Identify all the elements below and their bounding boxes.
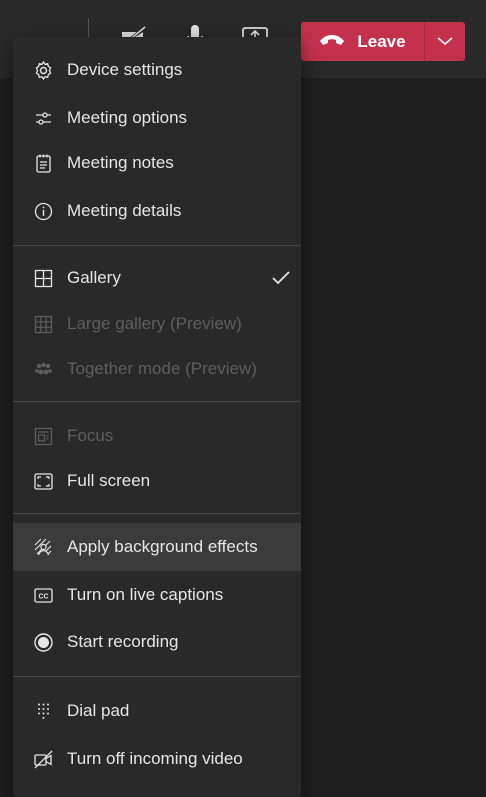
menu-divider bbox=[13, 676, 301, 677]
menu-item-label: Full screen bbox=[67, 471, 151, 490]
fullscreen-icon bbox=[33, 471, 54, 492]
menu-item-meeting-notes[interactable]: Meeting notes bbox=[13, 139, 301, 187]
info-icon bbox=[33, 201, 54, 222]
menu-item-meeting-options[interactable]: Meeting options bbox=[13, 94, 301, 142]
menu-item-label: Turn off incoming video bbox=[67, 749, 243, 768]
leave-label: Leave bbox=[357, 31, 406, 51]
menu-item-turn-off-incoming-video[interactable]: Turn off incoming video bbox=[13, 735, 301, 783]
menu-item-label: Together mode (Preview) bbox=[67, 359, 257, 378]
leave-button[interactable]: Leave bbox=[301, 22, 465, 61]
menu-item-label: Meeting details bbox=[67, 201, 182, 220]
notes-icon bbox=[33, 153, 54, 174]
together-mode-icon bbox=[33, 359, 54, 380]
menu-item-label: Meeting notes bbox=[67, 153, 174, 172]
menu-item-background-effects[interactable]: Apply background effects bbox=[13, 523, 301, 571]
menu-item-meeting-details[interactable]: Meeting details bbox=[13, 187, 301, 235]
menu-item-dial-pad[interactable]: Dial pad bbox=[13, 687, 301, 735]
svg-text:CC: CC bbox=[38, 593, 48, 600]
menu-item-device-settings[interactable]: Device settings bbox=[13, 46, 301, 94]
menu-item-full-screen[interactable]: Full screen bbox=[13, 457, 301, 505]
more-actions-menu: Device settings Meeting options Meeting … bbox=[13, 37, 301, 797]
menu-item-label: Start recording bbox=[67, 632, 179, 651]
background-effects-icon bbox=[33, 537, 54, 558]
focus-icon bbox=[33, 426, 54, 447]
sliders-icon bbox=[33, 108, 54, 129]
menu-item-gallery[interactable]: Gallery bbox=[13, 254, 301, 302]
video-off-icon bbox=[33, 749, 54, 770]
gear-icon bbox=[33, 60, 54, 81]
menu-item-live-captions[interactable]: CC Turn on live captions bbox=[13, 571, 301, 619]
menu-item-label: Large gallery (Preview) bbox=[67, 314, 242, 333]
leave-options-button[interactable] bbox=[425, 22, 465, 61]
hang-up-icon bbox=[319, 32, 345, 52]
large-gallery-icon bbox=[33, 314, 54, 335]
menu-item-large-gallery: Large gallery (Preview) bbox=[13, 300, 301, 348]
chevron-down-icon bbox=[437, 33, 453, 51]
menu-item-label: Meeting options bbox=[67, 108, 188, 127]
record-icon bbox=[33, 632, 54, 653]
menu-divider bbox=[13, 513, 301, 514]
captions-icon: CC bbox=[33, 585, 54, 606]
menu-item-label: Device settings bbox=[67, 60, 183, 79]
menu-item-start-recording[interactable]: Start recording bbox=[13, 618, 301, 666]
dialpad-icon bbox=[33, 701, 54, 722]
menu-divider bbox=[13, 245, 301, 246]
menu-item-label: Turn on live captions bbox=[67, 585, 224, 604]
menu-divider bbox=[13, 401, 301, 402]
menu-item-label: Focus bbox=[67, 426, 114, 445]
menu-item-label: Dial pad bbox=[67, 701, 130, 720]
checkmark-icon bbox=[271, 268, 291, 288]
menu-item-label: Apply background effects bbox=[67, 537, 258, 556]
menu-item-label: Gallery bbox=[67, 268, 121, 287]
gallery-icon bbox=[33, 268, 54, 289]
menu-item-focus: Focus bbox=[13, 412, 301, 460]
leave-main-button[interactable]: Leave bbox=[301, 22, 424, 61]
menu-item-together-mode: Together mode (Preview) bbox=[13, 345, 301, 393]
